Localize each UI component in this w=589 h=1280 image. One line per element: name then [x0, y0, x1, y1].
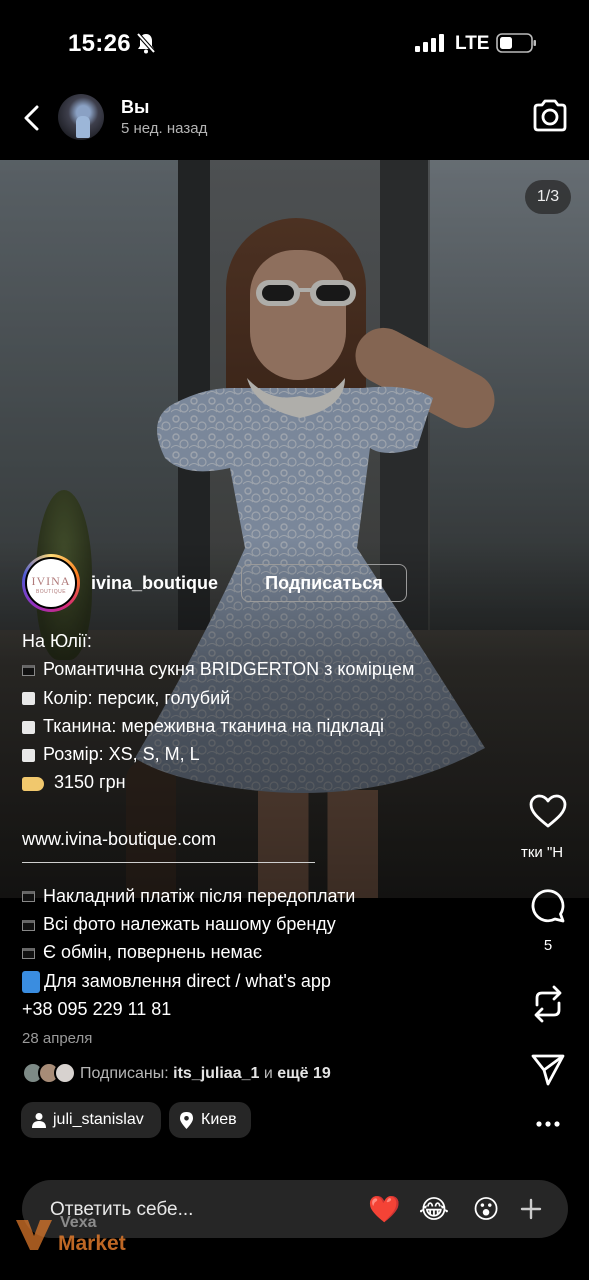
watermark-line1: Vexa — [60, 1214, 97, 1231]
more-options-icon[interactable] — [528, 1104, 568, 1144]
caption-line: Колір: персик, голубий — [22, 684, 522, 712]
caption-line-text: Розмір: XS, S, M, L — [43, 744, 200, 765]
tagged-user-chip[interactable]: juli_stanislav — [21, 1102, 161, 1138]
caption-line-text: Тканина: мереживна тканина на підкладі — [43, 715, 385, 736]
caption-line: Є обмін, повернень немає — [22, 938, 522, 966]
comment-icon[interactable] — [528, 888, 568, 928]
avatar[interactable] — [58, 94, 104, 140]
watermark-logo-icon — [16, 1220, 52, 1250]
caption-line-text: Колір: персик, голубий — [43, 687, 231, 708]
mobile-phone-icon — [22, 970, 40, 993]
comments-count: 5 — [543, 937, 553, 954]
caption-line-text[interactable]: www.ivina-boutique.com — [22, 829, 216, 849]
header-name: Вы — [121, 97, 150, 117]
story-header: Вы 5 нед. назад — [0, 88, 589, 160]
account-row: IVINA BOUTIQUE ivina_boutique Подписатьс… — [22, 554, 407, 612]
price-tag-icon — [22, 776, 44, 791]
caption-line: На Юлії: — [22, 627, 522, 655]
brand-logo-text: IVINA — [31, 574, 71, 588]
followers-middle: и — [263, 1065, 273, 1082]
brand-logo-subtext: BOUTIQUE — [35, 589, 67, 595]
user-icon — [32, 1113, 46, 1128]
back-icon[interactable] — [18, 102, 46, 134]
caption-line: Всі фото належать нашому бренду — [22, 910, 522, 938]
black-square-icon — [22, 948, 35, 960]
location-pin-icon — [180, 1112, 193, 1129]
caption-line: Тканина: мереживна тканина на підкладі — [22, 712, 522, 740]
white-square-icon — [22, 692, 35, 706]
caption-line: 3150 грн — [22, 768, 522, 796]
black-square-icon — [22, 891, 35, 903]
caption-line-text: 3150 грн — [54, 772, 126, 793]
caption-line-text: +38 095 229 11 81 — [22, 998, 172, 1019]
heart-icon[interactable] — [528, 792, 568, 832]
followers-rest[interactable]: ещё 19 — [277, 1065, 331, 1082]
share-icon[interactable] — [528, 1050, 568, 1090]
black-square-icon — [22, 919, 35, 931]
caption-line-text: Всі фото належать нашому бренду — [43, 913, 336, 934]
follower-avatar — [54, 1062, 76, 1084]
watermark-line2: Market — [58, 1232, 126, 1255]
heart-emoji-reaction[interactable]: ❤️ — [368, 1193, 400, 1225]
status-time: 15:26 — [68, 30, 131, 57]
location-label: Киев — [201, 1111, 237, 1128]
post-caption: На Юлії: Романтична сукня BRIDGERTON з ко… — [22, 627, 522, 1023]
header-subtitle: 5 нед. назад — [121, 120, 208, 137]
caption-line: Романтична сукня BRIDGERTON з комірцем — [22, 655, 522, 683]
battery-icon — [496, 33, 536, 53]
status-bar: 15:26 LTE — [0, 0, 589, 88]
caption-line: Накладний платіж після передоплати — [22, 882, 522, 910]
caption-line: Для замовлення direct / what's app — [22, 967, 522, 995]
signal-icon — [415, 34, 444, 52]
post-date: 28 апреля — [22, 1030, 93, 1047]
tagged-user-label: juli_stanislav — [53, 1111, 144, 1128]
plus-icon[interactable] — [518, 1196, 544, 1222]
bell-muted-icon — [136, 32, 156, 54]
location-chip[interactable]: Киев — [169, 1102, 251, 1138]
camera-icon[interactable] — [531, 98, 569, 134]
caption-line-text: Накладний платіж після передоплати — [43, 885, 356, 906]
photo-counter: 1/3 — [525, 180, 571, 214]
caption-line[interactable]: www.ivina-boutique.com — [22, 825, 522, 853]
followers-user[interactable]: its_juliaa_1 — [173, 1065, 259, 1082]
white-square-icon — [22, 748, 35, 762]
caption-line: +38 095 229 11 81 — [22, 995, 522, 1023]
followers-prefix: Подписаны: — [80, 1065, 169, 1082]
black-square-icon — [22, 665, 35, 677]
white-square-icon — [22, 720, 35, 734]
watermark: Vexa Market — [14, 1212, 154, 1256]
caption-line: Розмір: XS, S, M, L — [22, 740, 522, 768]
repost-icon[interactable] — [528, 984, 568, 1024]
laughing-emoji-reaction[interactable]: 😂 — [418, 1193, 450, 1225]
caption-divider — [22, 853, 522, 881]
network-type: LTE — [455, 33, 490, 54]
brand-logo[interactable]: IVINA BOUTIQUE — [22, 554, 80, 612]
account-name[interactable]: ivina_boutique — [91, 573, 218, 594]
surprised-emoji-reaction[interactable]: 😮 — [470, 1193, 502, 1225]
caption-line-text: На Юлії: — [22, 631, 92, 651]
like-label: тки "Н — [521, 844, 564, 861]
follow-button[interactable]: Подписаться — [241, 564, 407, 602]
caption-line-text: Романтична сукня BRIDGERTON з комірцем — [43, 659, 415, 680]
caption-line-text: Для замовлення direct / what's app — [44, 970, 331, 991]
caption-line-text: Є обмін, повернень немає — [43, 942, 263, 963]
